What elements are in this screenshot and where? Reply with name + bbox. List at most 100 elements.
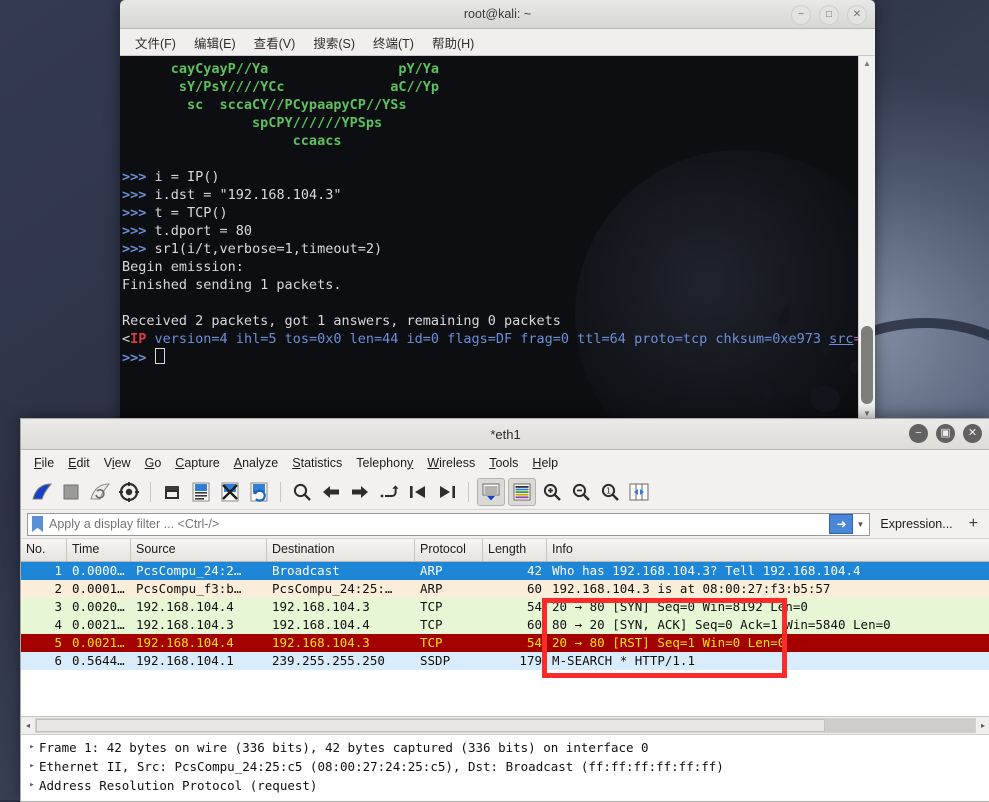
save-file-icon[interactable] [188,479,214,505]
wireshark-window[interactable]: *eth1 − ▣ ✕ File Edit View Go Capture An… [20,418,989,802]
scapy-banner-line: ccaacs [122,133,342,149]
reload-file-icon[interactable] [246,479,272,505]
capture-options-icon[interactable] [116,479,142,505]
display-filter-bar[interactable]: ➜ ▼ Expression... + [21,510,989,539]
svg-text:1: 1 [606,487,611,496]
terminal-maximize-button[interactable]: □ [819,5,839,25]
scroll-left-icon[interactable]: ◂ [21,721,35,730]
resize-columns-icon[interactable] [626,479,652,505]
menu-statistics[interactable]: Statistics [285,454,349,472]
column-header-no[interactable]: No. [21,539,67,561]
terminal-close-button[interactable]: ✕ [847,5,867,25]
terminal-menu-help[interactable]: 帮助(H) [425,31,481,54]
column-header-info[interactable]: Info [547,539,989,561]
table-row[interactable]: 4 0.0021… 192.168.104.3 192.168.104.4 TCP 60 8… [21,616,989,634]
menu-file[interactable]: File [27,454,61,472]
detail-horizontal-scrollbar[interactable]: ◂ ▸ [21,717,989,735]
terminal-menu-terminal[interactable]: 终端(T) [366,31,421,54]
cell-source: 192.168.104.1 [136,653,234,668]
packet-list-header[interactable]: No. Time Source Destination Protocol Len… [21,539,989,562]
terminal-menu-edit[interactable]: 编辑(E) [187,31,243,54]
column-header-source[interactable]: Source [131,539,267,561]
scroll-right-icon[interactable]: ▸ [976,721,989,730]
table-row[interactable]: 1 0.0000… PcsCompu_24:2… Broadcast ARP 42 Who … [21,562,989,580]
terminal-menu-view[interactable]: 查看(V) [247,31,303,54]
zoom-reset-icon[interactable]: 1 [597,479,623,505]
scrollbar-thumb[interactable] [36,719,825,732]
search-input[interactable] [47,514,830,534]
menu-capture[interactable]: Capture [168,454,226,472]
column-header-destination[interactable]: Destination [267,539,415,561]
go-last-packet-icon[interactable] [434,479,460,505]
colorize-packets-icon[interactable] [508,478,536,506]
chevron-right-icon[interactable]: ▸ [25,757,39,776]
terminal-cursor [154,348,165,364]
terminal-menu-file[interactable]: 文件(F) [128,31,183,54]
display-filter-input-wrap[interactable]: ➜ ▼ [27,512,871,536]
go-forward-icon[interactable] [347,479,373,505]
column-header-time[interactable]: Time [67,539,131,561]
menu-help[interactable]: Help [525,454,565,472]
start-capture-icon[interactable] [29,479,55,505]
go-to-packet-icon[interactable] [376,479,402,505]
zoom-in-icon[interactable] [539,479,565,505]
packet-list-rows[interactable]: 1 0.0000… PcsCompu_24:2… Broadcast ARP 42 Who … [21,562,989,670]
find-packet-icon[interactable] [289,479,315,505]
terminal-scrollbar-thumb[interactable] [861,326,873,404]
menu-telephony[interactable]: Telephony [349,454,420,472]
column-header-length[interactable]: Length [483,539,547,561]
packet-detail-pane[interactable]: ▸ Frame 1: 42 bytes on wire (336 bits), 4… [21,735,989,801]
menu-analyze[interactable]: Analyze [227,454,285,472]
detail-tree-item[interactable]: ▸ Address Resolution Protocol (request) [21,776,989,795]
auto-scroll-icon[interactable] [477,478,505,506]
wireshark-close-button[interactable]: ✕ [963,424,982,443]
stop-capture-icon[interactable] [58,479,84,505]
scapy-banner-line: spCPY//////YPSps [122,115,383,131]
menu-edit[interactable]: Edit [61,454,97,472]
detail-tree-item[interactable]: ▸ Frame 1: 42 bytes on wire (336 bits), 4… [21,738,989,757]
apply-filter-button[interactable]: ➜ [829,514,854,534]
chevron-down-icon[interactable]: ▼ [853,520,867,529]
table-row[interactable]: 6 0.5644… 192.168.104.1 239.255.255.250 SSDP… [21,652,989,670]
terminal-window[interactable]: root@kali: ~ − □ ✕ 文件(F) 编辑(E) 查看(V) 搜索(… [120,0,875,420]
go-back-icon[interactable] [318,479,344,505]
add-filter-button[interactable]: + [963,515,984,533]
restart-capture-icon[interactable] [87,479,113,505]
packet-list[interactable]: No. Time Source Destination Protocol Len… [21,539,989,717]
wireshark-maximize-button[interactable]: ▣ [936,424,955,443]
terminal-minimize-button[interactable]: − [791,5,811,25]
open-file-icon[interactable] [159,479,185,505]
terminal-scrollbar[interactable]: ▲ ▼ [858,56,875,420]
menu-wireless[interactable]: Wireless [420,454,482,472]
terminal-menu-search[interactable]: 搜索(S) [306,31,362,54]
go-first-packet-icon[interactable] [405,479,431,505]
wireshark-minimize-button[interactable]: − [909,424,928,443]
terminal-body[interactable]: cayCyayP//Ya pY/Ya sY/PsY////YCc aC//Yp … [120,56,875,420]
scroll-up-icon[interactable]: ▲ [859,56,875,70]
close-file-icon[interactable] [217,479,243,505]
terminal-titlebar[interactable]: root@kali: ~ − □ ✕ [120,0,875,29]
wireshark-titlebar[interactable]: *eth1 − ▣ ✕ [21,419,989,450]
chevron-right-icon[interactable]: ▸ [25,738,39,757]
filter-expression-button[interactable]: Expression... [876,517,956,531]
terminal-output-line: Begin emission: [122,259,244,275]
filter-bookmark-icon[interactable] [32,516,43,532]
cell-no: 4 [54,617,62,632]
terminal-menubar[interactable]: 文件(F) 编辑(E) 查看(V) 搜索(S) 终端(T) 帮助(H) [120,29,875,56]
scrollbar-track[interactable] [35,718,976,733]
menu-view[interactable]: View [97,454,138,472]
terminal-output-line: Finished sending 1 packets. [122,277,342,293]
table-row[interactable]: 3 0.0020… 192.168.104.4 192.168.104.3 TCP 54 2… [21,598,989,616]
menu-go[interactable]: Go [138,454,169,472]
wireshark-toolbar[interactable]: 1 [21,475,989,510]
wireshark-menubar[interactable]: File Edit View Go Capture Analyze Statis… [21,450,989,475]
toolbar-separator [468,482,469,502]
table-row[interactable]: 2 0.0001… PcsCompu_f3:b… PcsCompu_24:25:… AR… [21,580,989,598]
zoom-out-icon[interactable] [568,479,594,505]
column-header-protocol[interactable]: Protocol [415,539,483,561]
scrollbar-thumb-right[interactable] [824,719,975,732]
table-row[interactable]: 5 0.0021… 192.168.104.4 192.168.104.3 TCP 54 2… [21,634,989,652]
menu-tools[interactable]: Tools [482,454,525,472]
chevron-right-icon[interactable]: ▸ [25,776,39,795]
detail-tree-item[interactable]: ▸ Ethernet II, Src: PcsCompu_24:25:c5 (08… [21,757,989,776]
